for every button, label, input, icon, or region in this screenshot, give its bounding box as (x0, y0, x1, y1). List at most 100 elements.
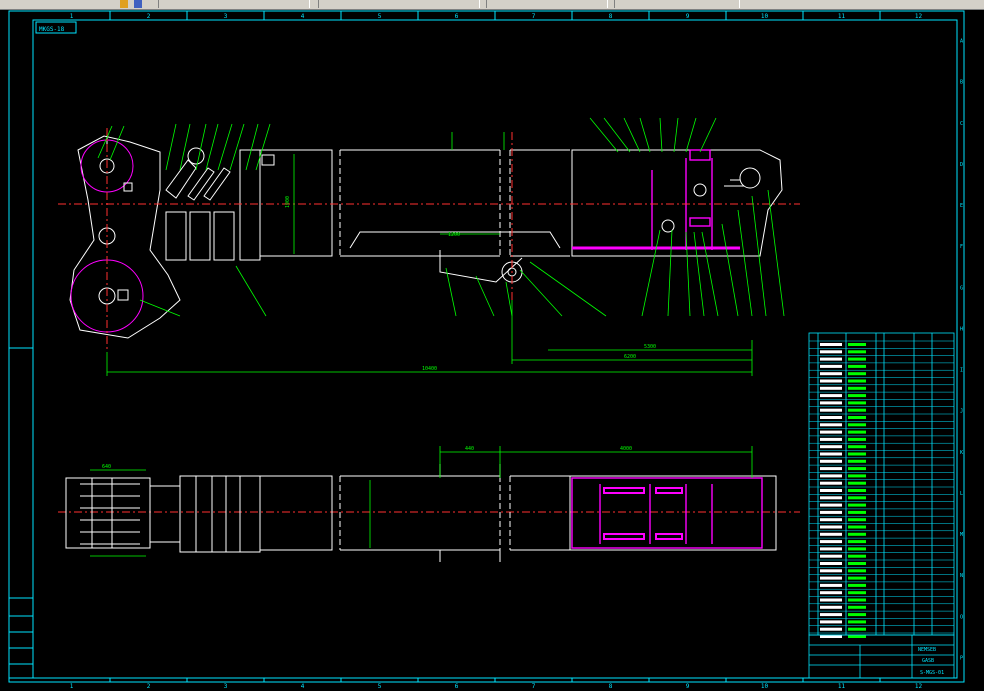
table-row-fill (848, 445, 866, 449)
table-row-fill (848, 605, 866, 609)
table-row-fill (820, 350, 842, 354)
table-row-fill (848, 437, 866, 441)
side-elevation (69, 130, 783, 339)
column-label: 10 (761, 683, 769, 690)
row-label: I (960, 368, 963, 374)
column-label: 11 (838, 13, 846, 20)
table-row-fill (820, 343, 842, 346)
column-label: 11 (838, 683, 846, 690)
row-labels: A B C D E F G H I J K L M N O P (960, 39, 963, 662)
table-row-fill (820, 364, 842, 368)
table-row-fill (848, 496, 866, 500)
table-row-fill (848, 620, 866, 624)
table-row-fill (848, 518, 866, 522)
column-label: 5 (378, 13, 382, 20)
column-label: 12 (915, 683, 923, 690)
dim-mid-a: 640 (102, 464, 111, 470)
column-label: 10 (761, 13, 769, 20)
column-label: 6 (455, 13, 459, 20)
row-label: F (960, 244, 963, 250)
table-row-fill (848, 459, 866, 463)
column-label: 3 (224, 13, 228, 20)
table-row-fill (820, 503, 842, 507)
row-label: J (960, 409, 963, 415)
table-row-fill (820, 518, 842, 522)
table-row-fill (820, 394, 842, 398)
table-row-fill (848, 401, 866, 405)
table-row-fill (820, 605, 842, 609)
table-row-fill (848, 554, 866, 558)
table-row-fill (820, 635, 842, 638)
table-row-fill (820, 481, 842, 485)
title-block-sub: GASB (922, 658, 934, 664)
column-label: 4 (301, 683, 305, 690)
title-block-name: NEMSEB (918, 647, 936, 653)
row-label: M (960, 532, 963, 538)
table-row-fill (820, 430, 842, 434)
table-row-fill (820, 569, 842, 573)
column-label: 7 (532, 683, 536, 690)
table-row-fill (848, 467, 866, 471)
table-row-fill (848, 532, 866, 536)
table-row-fill (820, 576, 842, 580)
table-row-fill (848, 452, 866, 456)
table-row-fill (848, 386, 866, 390)
table-row-fill (848, 481, 866, 485)
column-label: 9 (686, 13, 690, 20)
table-row-fill (848, 394, 866, 398)
dim-mid-b: 1200 (448, 232, 460, 238)
table-row-fill (820, 445, 842, 449)
row-label: C (960, 121, 963, 127)
table-row-fill (820, 423, 842, 427)
dimension-lines-plan (90, 446, 753, 557)
table-row-fill (848, 547, 866, 551)
table-row-fill (820, 627, 842, 631)
plan-view (65, 464, 777, 562)
row-label: B (960, 80, 963, 86)
row-label: K (960, 450, 963, 456)
table-row-fill (848, 416, 866, 419)
table-row-fill (848, 576, 866, 580)
column-label: 8 (609, 13, 613, 20)
table-row-fill (820, 459, 842, 463)
table-row-fill (820, 583, 842, 587)
table-row-fill (848, 350, 866, 354)
column-label: 2 (147, 683, 151, 690)
cad-drawing[interactable]: MKGS-18 112233445566778899101011111212 A… (0, 0, 984, 691)
table-row-fill (820, 467, 842, 471)
column-labels: 112233445566778899101011111212 (70, 11, 923, 690)
row-label: P (960, 655, 963, 661)
table-row-fill (848, 423, 866, 427)
row-label: G (960, 285, 963, 291)
table-row-fill (848, 635, 866, 638)
column-label: 5 (378, 683, 382, 690)
table-row-fill (848, 583, 866, 587)
column-label: 1 (70, 683, 74, 690)
row-label: N (960, 573, 963, 579)
table-row-fill (820, 474, 842, 478)
row-label: H (960, 326, 963, 332)
table-row-fill (820, 496, 842, 500)
table-row-fill (848, 379, 866, 383)
table-row-fill (820, 401, 842, 405)
table-row-fill (848, 591, 866, 595)
column-label: 6 (455, 683, 459, 690)
table-row-fill (848, 489, 866, 492)
table-row-fill (848, 343, 866, 346)
column-label: 1 (70, 13, 74, 20)
row-label: A (960, 39, 963, 45)
row-label: E (960, 203, 963, 209)
column-label: 9 (686, 683, 690, 690)
table-row-fill (820, 437, 842, 441)
table-row-fill (820, 591, 842, 595)
dim-top-seg-b: 4000 (620, 446, 632, 452)
row-label: O (960, 614, 963, 620)
column-label: 12 (915, 13, 923, 20)
table-row-fill (848, 474, 866, 478)
column-label: 4 (301, 13, 305, 20)
table-row-fill (848, 503, 866, 507)
table-row-fill (820, 386, 842, 390)
drawing-frame (8, 10, 965, 683)
table-row-fill (848, 510, 866, 514)
dim-right-short: 5300 (644, 344, 656, 350)
